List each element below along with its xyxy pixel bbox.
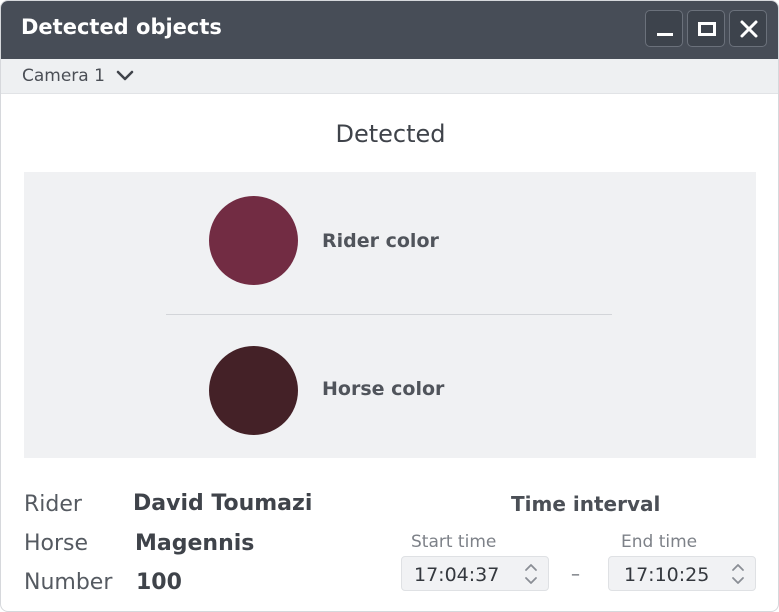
detected-colors-panel: Rider color Horse color: [24, 172, 756, 458]
maximize-button[interactable]: [687, 10, 725, 47]
panel-divider: [166, 314, 612, 315]
detected-heading: Detected: [335, 120, 446, 148]
horse-value: Magennis: [135, 531, 255, 556]
detected-objects-window: Detected objects Camera 1 Detected Rider…: [0, 0, 779, 612]
rider-color-label: Rider color: [322, 230, 439, 252]
horse-color-swatch: [209, 346, 298, 435]
end-time-input[interactable]: 17:10:25: [608, 556, 756, 591]
camera-selected-label: Camera 1: [22, 66, 105, 86]
close-icon: [740, 20, 758, 38]
window-title: Detected objects: [21, 15, 222, 39]
camera-selector[interactable]: Camera 1: [1, 59, 778, 94]
rider-color-swatch: [209, 196, 298, 285]
minimize-button[interactable]: [645, 10, 683, 47]
rider-key: Rider: [24, 492, 82, 517]
end-time-value: 17:10:25: [624, 564, 710, 586]
start-time-caption: Start time: [411, 532, 497, 552]
start-time-value: 17:04:37: [414, 564, 500, 586]
horse-key: Horse: [24, 531, 89, 556]
start-time-input[interactable]: 17:04:37: [401, 556, 549, 591]
time-interval-heading: Time interval: [511, 492, 661, 516]
number-value: 100: [136, 570, 182, 595]
horse-color-label: Horse color: [322, 378, 445, 400]
chevron-down-icon: [116, 70, 134, 81]
number-key: Number: [24, 570, 113, 595]
minimize-icon: [657, 33, 673, 36]
close-button[interactable]: [729, 10, 767, 47]
title-bar[interactable]: Detected objects: [1, 1, 778, 59]
end-time-caption: End time: [621, 532, 698, 552]
rider-value: David Toumazi: [133, 491, 313, 516]
stepper-icon[interactable]: [524, 561, 538, 587]
stepper-icon[interactable]: [731, 561, 745, 587]
maximize-icon: [698, 22, 716, 36]
time-separator: –: [571, 564, 580, 585]
